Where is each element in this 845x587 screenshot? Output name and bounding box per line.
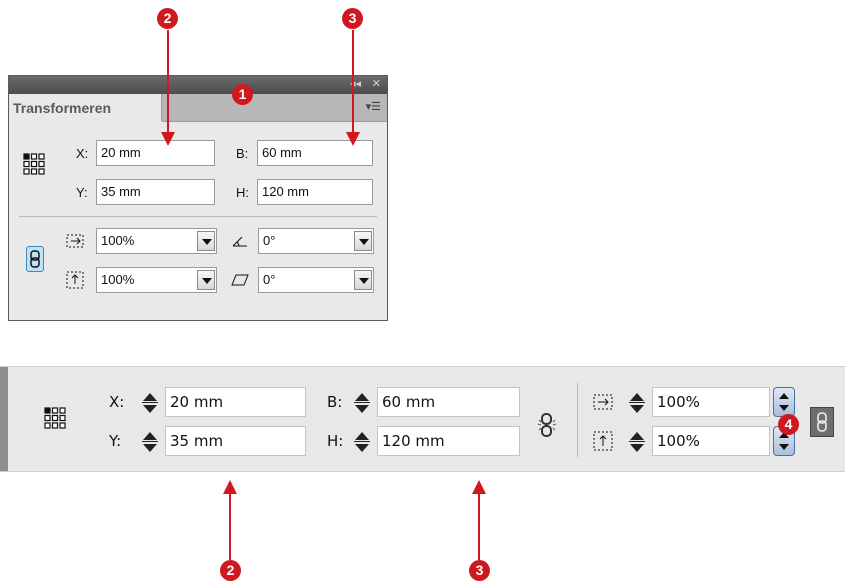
constrain-proportions-icon[interactable] xyxy=(26,246,44,272)
tab-transform[interactable]: Transformeren xyxy=(9,94,162,121)
shear-value: 0° xyxy=(263,272,276,287)
width-field[interactable]: 60 mm xyxy=(377,387,520,417)
panel-tab-label: Transformeren xyxy=(13,100,112,116)
shear-combo[interactable]: 0° xyxy=(258,267,374,293)
width-spinner-icon[interactable] xyxy=(351,390,373,416)
x-label: X: xyxy=(109,393,125,411)
marker-3-top: 3 xyxy=(342,8,363,29)
y-spinner-icon[interactable] xyxy=(139,429,161,455)
y-label: Y: xyxy=(76,185,88,200)
marker-3-bottom: 3 xyxy=(469,560,490,581)
chevron-down-icon[interactable] xyxy=(197,231,215,251)
rotation-value: 0° xyxy=(263,233,276,248)
scale-y-spinner-icon[interactable] xyxy=(626,429,648,455)
scale-x-field[interactable]: 100% xyxy=(652,387,770,417)
panel-title-bar[interactable]: ◂◂ ✕ xyxy=(9,76,387,94)
control-bar: X: 20 mm Y: 35 mm B: 60 mm H: 120 mm 100… xyxy=(0,366,845,472)
panel-divider xyxy=(19,216,377,217)
y-field[interactable]: 35 mm xyxy=(96,179,215,205)
scale-y-field[interactable]: 100% xyxy=(652,426,770,456)
y-label: Y: xyxy=(109,432,122,450)
control-bar-grip[interactable] xyxy=(0,367,8,471)
width-label: B: xyxy=(327,393,343,411)
rotation-combo[interactable]: 0° xyxy=(258,228,374,254)
marker-2-bottom: 2 xyxy=(220,560,241,581)
shear-icon xyxy=(231,274,249,286)
width-label: B: xyxy=(236,146,249,161)
chevron-down-icon[interactable] xyxy=(354,270,372,290)
panel-menu-icon[interactable]: ▾☰ xyxy=(366,100,381,113)
scale-y-icon xyxy=(593,431,613,451)
scale-y-value: 100% xyxy=(101,272,135,287)
x-field[interactable]: 20 mm xyxy=(96,140,215,166)
scale-x-spinner-icon[interactable] xyxy=(626,390,648,416)
constrain-proportions-icon[interactable] xyxy=(536,412,558,438)
marker-2-top: 2 xyxy=(157,8,178,29)
rotate-icon xyxy=(232,236,247,247)
x-spinner-icon[interactable] xyxy=(139,390,161,416)
height-field[interactable]: 120 mm xyxy=(257,179,373,205)
arrow-2-top xyxy=(161,30,175,146)
scale-y-icon xyxy=(66,271,84,289)
chevron-down-icon[interactable] xyxy=(197,270,215,290)
marker-4: 4 xyxy=(778,414,799,435)
height-spinner-icon[interactable] xyxy=(351,429,373,455)
close-icon[interactable]: ✕ xyxy=(372,77,381,90)
link-icon[interactable] xyxy=(810,407,834,437)
arrow-3-bottom xyxy=(472,480,486,560)
toolbar-divider xyxy=(577,383,578,457)
arrow-2-bottom xyxy=(223,480,237,560)
chevron-down-icon[interactable] xyxy=(354,231,372,251)
height-label: H: xyxy=(236,185,249,200)
arrow-3-top xyxy=(346,30,360,146)
y-field[interactable]: 35 mm xyxy=(165,426,306,456)
scale-x-combo[interactable]: 100% xyxy=(96,228,217,254)
x-field[interactable]: 20 mm xyxy=(165,387,306,417)
scale-x-value: 100% xyxy=(101,233,135,248)
scale-x-icon xyxy=(66,234,84,248)
marker-1: 1 xyxy=(232,84,253,105)
height-field[interactable]: 120 mm xyxy=(377,426,520,456)
reference-point-icon[interactable] xyxy=(23,153,45,175)
scale-y-combo[interactable]: 100% xyxy=(96,267,217,293)
transform-panel: ◂◂ ✕ Transformeren ▾☰ X: 20 mm Y: 35 mm … xyxy=(8,75,388,321)
scale-x-stepper-icon[interactable] xyxy=(773,387,795,417)
x-label: X: xyxy=(76,146,89,161)
reference-point-icon[interactable] xyxy=(44,407,66,429)
height-label: H: xyxy=(327,432,344,450)
scale-x-icon xyxy=(593,394,613,410)
